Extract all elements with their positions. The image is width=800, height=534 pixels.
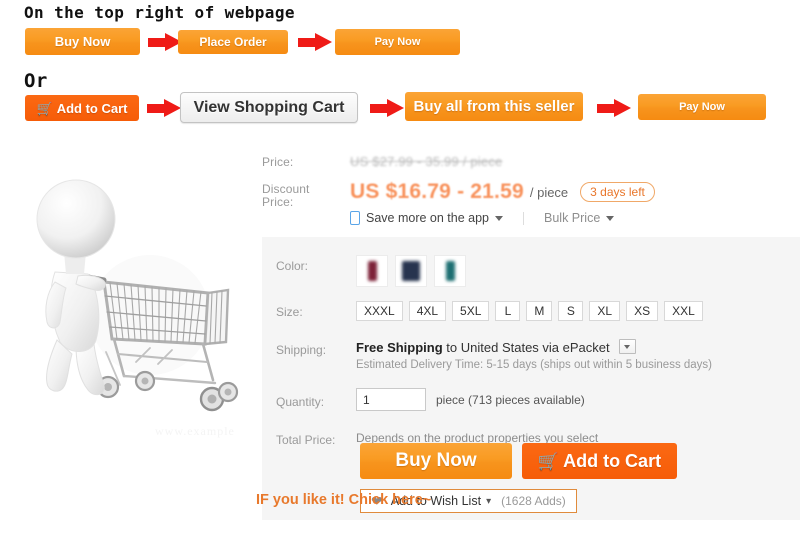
chevron-down-icon-bulk[interactable] <box>606 215 615 221</box>
shipping-row: Shipping: Free Shipping to United States… <box>276 339 786 371</box>
shipping-destination: to United States via ePacket <box>446 340 610 355</box>
total-price-label: Total Price: <box>276 433 336 447</box>
add-to-cart-button[interactable]: 🛒 Add to Cart <box>522 443 677 479</box>
size-options: XXXL 4XL 5XL L M S XL XS XXL <box>356 301 703 321</box>
place-order-label: Place Order <box>199 35 267 49</box>
price-links: Save more on the app Bulk Price <box>350 211 800 225</box>
buy-now-button[interactable]: Buy Now <box>360 443 512 479</box>
size-label: Size: <box>276 305 303 319</box>
instruction-heading-1: On the top right of webpage <box>24 3 295 22</box>
wish-list-count: (1628 Adds) <box>501 494 566 508</box>
add-to-cart-label: Add to Cart <box>563 450 662 471</box>
buy-now-step1-label: Buy Now <box>54 34 111 49</box>
arrow-icon-3 <box>147 99 181 117</box>
size-option[interactable]: XS <box>626 301 659 321</box>
size-option[interactable]: XXXL <box>356 301 403 321</box>
size-option[interactable]: S <box>558 301 584 321</box>
place-order-button[interactable]: Place Order <box>178 30 288 54</box>
pay-now-step1-label: Pay Now <box>374 36 421 48</box>
quantity-label: Quantity: <box>276 394 325 409</box>
options-list: Color: Size: XXXL 4XL 5XL L M S XL XS XX… <box>276 255 786 447</box>
promo-countdown-badge: 3 days left <box>580 182 655 202</box>
price-label: Price: <box>262 155 294 169</box>
cart-icon: 🛒 <box>537 451 560 471</box>
pay-now-button-step1[interactable]: Pay Now <box>335 29 460 55</box>
size-option[interactable]: L <box>495 301 521 321</box>
color-swatches <box>356 255 466 287</box>
price-unit: / piece <box>529 184 569 200</box>
mobile-phone-icon <box>350 211 360 225</box>
pay-now-button-step2[interactable]: Pay Now <box>638 94 766 120</box>
size-option[interactable]: XL <box>589 301 621 321</box>
page-root: On the top right of webpage Buy Now Plac… <box>0 0 800 534</box>
buy-now-label: Buy Now <box>395 450 477 471</box>
color-label: Color: <box>276 259 309 273</box>
discount-price-value: US $16.79 - 21.59 <box>350 180 524 203</box>
shipping-dropdown-icon[interactable] <box>619 339 637 354</box>
original-price: US $27.99 - 35.99 / piece <box>350 154 503 169</box>
shipping-estimate: Estimated Delivery Time: 5-15 days (ship… <box>356 359 713 371</box>
price-section: Price: US $27.99 - 35.99 / piece Discoun… <box>262 147 800 225</box>
size-option[interactable]: M <box>526 301 553 321</box>
size-option[interactable]: 4XL <box>408 301 447 321</box>
add-to-cart-button-step1[interactable]: 🛒 Add to Cart <box>25 95 139 121</box>
quantity-input[interactable] <box>356 388 426 411</box>
stock-availability: piece (713 pieces available) <box>436 392 585 407</box>
product-options-panel: Color: Size: XXXL 4XL 5XL L M S XL XS XX… <box>256 237 800 520</box>
view-shopping-cart-button[interactable]: View Shopping Cart <box>180 92 358 123</box>
instruction-heading-2: Or <box>24 70 48 92</box>
divider <box>523 211 524 225</box>
image-watermark: www.example <box>155 424 235 438</box>
size-row: Size: XXXL 4XL 5XL L M S XL XS XXL <box>276 301 786 321</box>
shipping-label: Shipping: <box>276 343 327 357</box>
color-swatch-teal[interactable] <box>434 255 466 287</box>
shipping-method: Free Shipping to United States via ePack… <box>356 339 712 355</box>
arrow-icon-1 <box>148 33 182 51</box>
quantity-row: Quantity: piece (713 pieces available) <box>276 388 786 411</box>
color-swatch-navy[interactable] <box>395 255 427 287</box>
shopping-cart-illustration <box>36 179 239 412</box>
free-shipping-text: Free Shipping <box>356 340 443 355</box>
save-on-app-link[interactable]: Save more on the app <box>366 211 489 225</box>
price-row: Price: US $27.99 - 35.99 / piece <box>262 147 800 171</box>
arrow-icon-5 <box>597 99 631 117</box>
add-to-cart-step1-label: Add to Cart <box>56 100 128 116</box>
view-shopping-cart-label: View Shopping Cart <box>193 98 345 116</box>
color-swatch-burgundy[interactable] <box>356 255 388 287</box>
arrow-icon-4 <box>370 99 404 117</box>
wishlist-hint: IF you like it! Chick here~ <box>256 492 432 508</box>
product-image[interactable] <box>0 140 262 440</box>
discount-price-row: Discount Price: US $16.79 - 21.59 / piec… <box>262 171 800 225</box>
wishlist-area: IF you like it! Chick here~ ❤ Add to Wis… <box>256 489 577 513</box>
chevron-down-icon-wishlist[interactable]: ▾ <box>486 496 491 507</box>
buy-now-button-step1[interactable]: Buy Now <box>25 28 140 55</box>
cta-buttons: Buy Now 🛒 Add to Cart <box>360 443 677 479</box>
size-option[interactable]: XXL <box>664 301 703 321</box>
color-row: Color: <box>276 255 786 287</box>
pay-now-step2-label: Pay Now <box>679 101 725 113</box>
buy-all-from-seller-label: Buy all from this seller <box>413 98 575 115</box>
cart-icon: 🛒 <box>36 100 53 116</box>
buy-all-from-seller-button[interactable]: Buy all from this seller <box>405 92 583 121</box>
arrow-icon-2 <box>298 33 332 51</box>
chevron-down-icon-app[interactable] <box>495 215 503 221</box>
discount-price-label: Discount Price: <box>262 180 350 209</box>
bulk-price-link[interactable]: Bulk Price <box>544 211 600 225</box>
discount-label-line2: Price: <box>262 195 294 209</box>
size-option[interactable]: 5XL <box>452 301 490 321</box>
